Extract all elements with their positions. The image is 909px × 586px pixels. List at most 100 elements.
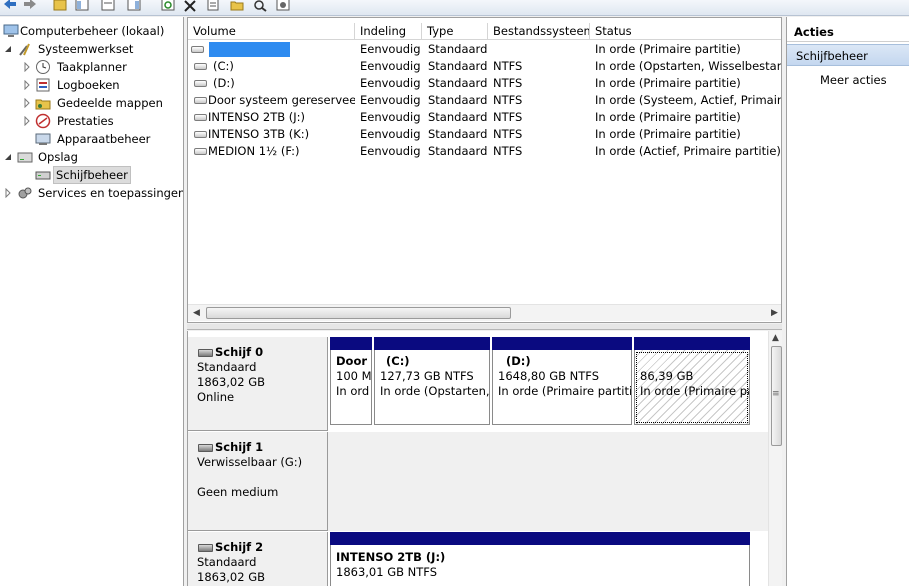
show-hide-tree-icon[interactable]	[74, 0, 90, 12]
partition-system-reserved[interactable]: Door 100 M In ord	[330, 337, 372, 425]
indeling-cell: Eenvoudig	[360, 93, 421, 107]
drive-icon	[194, 63, 207, 70]
disk-size	[197, 470, 327, 485]
horizontal-scrollbar[interactable]: ◀ ▶	[188, 304, 781, 321]
fs-cell: NTFS	[493, 59, 523, 73]
partition-bar	[330, 532, 750, 545]
disk-partitions: INTENSO 2TB (J:) 1863,01 GB NTFS	[328, 532, 768, 586]
disk-size: 1863,02 GB	[197, 375, 266, 389]
partition-status: In orde (Primaire partitie	[498, 384, 632, 398]
fs-cell: NTFS	[493, 76, 523, 90]
table-row[interactable]: Door systeem gereserveerd Eenvoudig Stan…	[188, 92, 782, 109]
type-cell: Standaard	[428, 42, 488, 56]
partition-redacted[interactable]: 86,39 GB In orde (Primaire pa	[634, 337, 750, 425]
open-folder-icon[interactable]	[229, 0, 245, 12]
type-cell: Standaard	[428, 110, 488, 124]
tree-item-label: Taakplanner	[57, 60, 127, 74]
search-icon[interactable]	[252, 0, 268, 12]
drive-icon	[194, 131, 207, 138]
volume-list: Volume Indeling Type Bestandssysteem Sta…	[187, 17, 782, 323]
table-row[interactable]: INTENSO 2TB (J:) Eenvoudig Standaard NTF…	[188, 109, 781, 126]
up-folder-icon[interactable]	[52, 0, 68, 12]
drive-icon	[191, 46, 204, 53]
scroll-left-icon[interactable]: ◀	[193, 308, 200, 318]
column-header-type[interactable]: Type	[422, 23, 488, 40]
volume-name: (C:)	[213, 59, 234, 73]
scroll-up-icon[interactable]: ▲	[772, 333, 779, 343]
status-cell: In orde (Primaire partitie)	[595, 76, 741, 90]
partition-name: (D:)	[506, 354, 531, 368]
expanded-arrow-icon[interactable]	[3, 152, 13, 162]
disk-info[interactable]: Schijf 1 Verwisselbaar (G:) Geen medium	[188, 432, 328, 531]
expanded-arrow-icon[interactable]	[3, 44, 13, 54]
actions-title: Acties	[787, 22, 909, 42]
vertical-scrollbar[interactable]: ▲ ≡	[768, 331, 782, 586]
scrollbar-thumb[interactable]	[206, 307, 511, 319]
scroll-right-icon[interactable]: ▶	[771, 308, 778, 318]
disk-name: Schijf 2	[215, 540, 264, 554]
export-list-icon[interactable]	[205, 0, 221, 12]
disk-info[interactable]: Schijf 2 Standaard 1863,02 GB	[188, 532, 328, 586]
computer-icon	[3, 24, 19, 37]
disk-type: Standaard	[197, 555, 257, 569]
pane-splitter[interactable]	[187, 324, 782, 330]
grip-icon: ≡	[772, 389, 780, 399]
collapsed-arrow-icon[interactable]	[22, 116, 32, 126]
partition-bar	[634, 337, 750, 350]
tree-item-label: Computerbeheer (lokaal)	[20, 24, 165, 38]
disk-name: Schijf 1	[215, 440, 264, 454]
tree-item-label: Prestaties	[57, 114, 114, 128]
collapsed-arrow-icon[interactable]	[3, 188, 13, 198]
performance-icon	[35, 113, 51, 129]
partition-bar	[374, 337, 490, 350]
disk-type: Standaard	[197, 360, 257, 374]
column-header-bestandssysteem[interactable]: Bestandssysteem	[488, 23, 590, 40]
disk-state: Geen medium	[197, 485, 279, 499]
status-cell: In orde (Opstarten, Wisselbestand, C	[595, 59, 781, 73]
column-header-volume[interactable]: Volume	[188, 23, 355, 40]
actions-section-schijfbeheer[interactable]: Schijfbeheer	[787, 44, 909, 66]
fs-cell: NTFS	[493, 127, 523, 141]
hard-disk-icon	[198, 544, 213, 552]
properties-icon[interactable]	[100, 0, 116, 12]
partition-j[interactable]: INTENSO 2TB (J:) 1863,01 GB NTFS	[330, 532, 750, 586]
table-row[interactable]: (D:) Eenvoudig Standaard NTFS In orde (P…	[188, 75, 781, 92]
table-row[interactable]: (C:) Eenvoudig Standaard NTFS In orde (O…	[188, 58, 781, 75]
collapsed-arrow-icon[interactable]	[22, 80, 32, 90]
partition-d[interactable]: (D:) 1648,80 GB NTFS In orde (Primaire p…	[492, 337, 632, 425]
collapsed-arrow-icon[interactable]	[22, 62, 32, 72]
partition-size: 1648,80 GB NTFS	[498, 369, 600, 383]
forward-arrow-icon[interactable]	[22, 0, 38, 12]
disk-management-icon	[35, 171, 51, 180]
back-arrow-icon[interactable]	[2, 0, 18, 12]
refresh-icon[interactable]	[160, 0, 176, 12]
partition-status: In orde (Opstarten,	[380, 384, 490, 398]
partition-c[interactable]: (C:) 127,73 GB NTFS In orde (Opstarten,	[374, 337, 490, 425]
collapsed-arrow-icon[interactable]	[22, 98, 32, 108]
fs-cell: NTFS	[493, 144, 523, 158]
type-cell: Standaard	[428, 76, 488, 90]
drive-icon	[194, 80, 207, 87]
indeling-cell: Eenvoudig	[360, 42, 421, 56]
status-cell: In orde (Actief, Primaire partitie)	[595, 144, 781, 158]
table-row[interactable]: Eenvoudig Standaard In orde (Primaire pa…	[188, 41, 781, 58]
type-cell: Standaard	[428, 59, 488, 73]
table-row[interactable]: INTENSO 3TB (K:) Eenvoudig Standaard NTF…	[188, 126, 781, 143]
disk-name: Schijf 0	[215, 345, 264, 359]
more-actions-link[interactable]: Meer acties	[820, 71, 887, 89]
partition-status: In ord	[336, 384, 370, 398]
status-cell: In orde (Systeem, Actief, Primaire pa	[595, 93, 782, 107]
column-header-status[interactable]: Status	[590, 23, 781, 40]
volume-name: MEDION 1½ (F:)	[208, 144, 300, 158]
partition-size: 1863,01 GB NTFS	[336, 565, 438, 579]
settings-icon[interactable]	[275, 0, 291, 12]
disk-size: 1863,02 GB	[197, 570, 266, 584]
table-row[interactable]: MEDION 1½ (F:) Eenvoudig Standaard NTFS …	[188, 143, 781, 160]
shared-folder-icon	[35, 99, 51, 110]
navigation-tree: Computerbeheer (lokaal) Systeemwerkset T…	[0, 17, 184, 586]
type-cell: Standaard	[428, 127, 488, 141]
column-header-indeling[interactable]: Indeling	[355, 23, 422, 40]
delete-icon[interactable]	[182, 0, 198, 12]
help-pane-icon[interactable]	[126, 0, 142, 12]
disk-info[interactable]: Schijf 0 Standaard 1863,02 GB Online	[188, 337, 328, 431]
